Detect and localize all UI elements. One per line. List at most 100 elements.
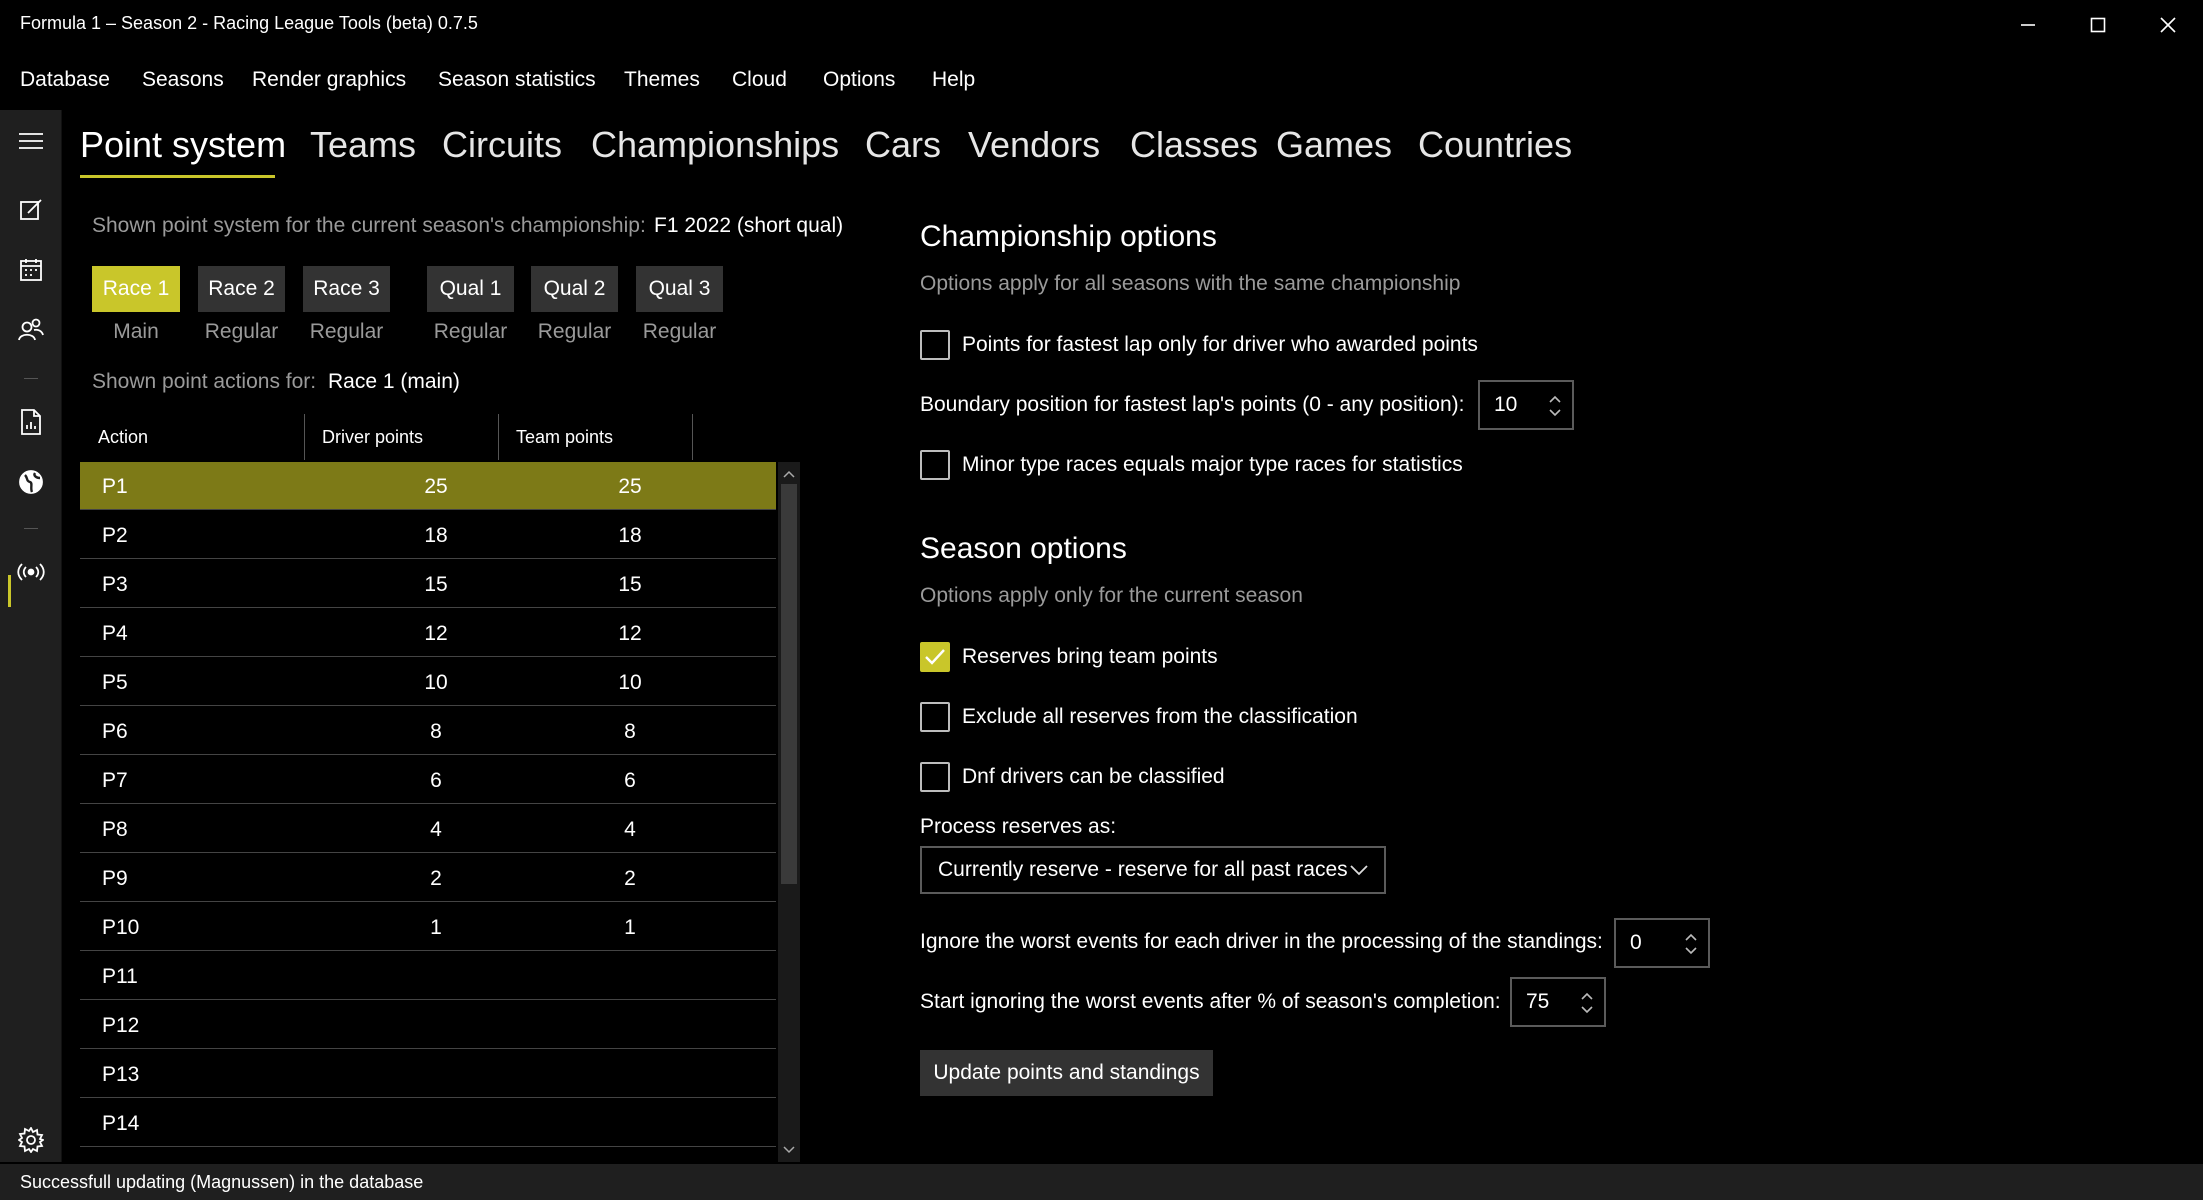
tab-classes[interactable]: Classes [1130,124,1258,166]
process-reserves-dropdown[interactable]: Currently reserve - reserve for all past… [920,846,1386,894]
tab-teams[interactable]: Teams [310,124,416,166]
boundary-position-spinner[interactable]: 10 [1478,380,1574,430]
cell-action[interactable]: P6 [102,720,128,744]
reserves-team-points-checkbox[interactable] [920,642,950,672]
minimize-button[interactable] [1993,0,2063,50]
cell-action[interactable]: P11 [102,965,138,989]
cell-action[interactable]: P12 [102,1014,139,1038]
cell-driver-points[interactable]: 2 [406,867,466,891]
ignore-worst-spinner[interactable]: 0 [1614,918,1710,968]
table-row[interactable]: P10 1 1 [80,903,776,951]
table-row[interactable]: P7 6 6 [80,756,776,804]
report-icon[interactable] [15,406,47,438]
table-row[interactable]: P3 15 15 [80,560,776,608]
cell-action[interactable]: P8 [102,818,128,842]
cell-action[interactable]: P3 [102,573,128,597]
tab-countries[interactable]: Countries [1418,124,1572,166]
tab-circuits[interactable]: Circuits [442,124,562,166]
cell-action[interactable]: P13 [102,1063,139,1087]
cell-action[interactable]: P10 [102,916,139,940]
cell-team-points[interactable]: 6 [600,769,660,793]
gear-icon[interactable] [15,1124,47,1156]
scrollbar-thumb[interactable] [781,484,797,884]
table-row[interactable]: P4 12 12 [80,609,776,657]
fastest-lap-only-checkbox[interactable] [920,330,950,360]
cell-driver-points[interactable]: 18 [406,524,466,548]
grid-scrollbar[interactable] [778,462,800,1162]
maximize-button[interactable] [2063,0,2133,50]
menu-help[interactable]: Help [932,68,975,92]
table-row[interactable]: P8 4 4 [80,805,776,853]
menu-options[interactable]: Options [823,68,895,92]
table-row[interactable]: P6 8 8 [80,707,776,755]
qual-3-button[interactable]: Qual 3 [636,266,723,312]
people-icon[interactable] [15,314,47,346]
menu-render-graphics[interactable]: Render graphics [252,68,406,92]
calendar-icon[interactable] [15,254,47,286]
cell-team-points[interactable]: 4 [600,818,660,842]
table-row[interactable]: P13 [80,1050,776,1098]
cell-team-points[interactable]: 2 [600,867,660,891]
table-row[interactable]: P5 10 10 [80,658,776,706]
cell-team-points[interactable]: 12 [600,622,660,646]
qual-2-button[interactable]: Qual 2 [531,266,618,312]
column-header-action[interactable]: Action [80,414,304,460]
cell-driver-points[interactable]: 15 [406,573,466,597]
cell-action[interactable]: P7 [102,769,128,793]
race-1-button[interactable]: Race 1 [92,266,180,312]
cell-driver-points[interactable]: 6 [406,769,466,793]
column-separator[interactable] [692,414,693,460]
cell-team-points[interactable]: 18 [600,524,660,548]
cell-action[interactable]: P14 [102,1112,139,1136]
menu-seasons[interactable]: Seasons [142,68,224,92]
minor-equals-major-checkbox[interactable] [920,450,950,480]
tab-point-system[interactable]: Point system [80,124,286,166]
cell-driver-points[interactable]: 4 [406,818,466,842]
cell-action[interactable]: P2 [102,524,128,548]
table-row[interactable]: P12 [80,1001,776,1049]
exclude-reserves-checkbox[interactable] [920,702,950,732]
start-ignoring-spinner[interactable]: 75 [1510,977,1606,1027]
table-row[interactable]: P9 2 2 [80,854,776,902]
menu-themes[interactable]: Themes [624,68,700,92]
cell-action[interactable]: P1 [102,475,128,499]
cell-team-points[interactable]: 1 [600,916,660,940]
scroll-up-icon[interactable] [783,468,795,480]
column-header-team-points[interactable]: Team points [498,414,692,460]
cell-driver-points[interactable]: 10 [406,671,466,695]
tab-games[interactable]: Games [1276,124,1392,166]
qual-1-button[interactable]: Qual 1 [427,266,514,312]
menu-database[interactable]: Database [20,68,110,92]
scroll-down-icon[interactable] [783,1144,795,1156]
cell-action[interactable]: P9 [102,867,128,891]
cell-driver-points[interactable]: 12 [406,622,466,646]
update-points-button[interactable]: Update points and standings [920,1050,1213,1096]
tab-championships[interactable]: Championships [591,124,839,166]
menu-icon[interactable] [15,125,47,157]
table-row[interactable]: P11 [80,952,776,1000]
dnf-classified-checkbox[interactable] [920,762,950,792]
broadcast-icon[interactable] [15,556,47,588]
cell-action[interactable]: P5 [102,671,128,695]
table-row[interactable]: P2 18 18 [80,511,776,559]
tab-vendors[interactable]: Vendors [968,124,1100,166]
race-2-button[interactable]: Race 2 [198,266,285,312]
cell-action[interactable]: P4 [102,622,128,646]
cell-team-points[interactable]: 25 [600,475,660,499]
column-header-driver-points[interactable]: Driver points [304,414,498,460]
tab-cars[interactable]: Cars [865,124,941,166]
race-3-button[interactable]: Race 3 [303,266,390,312]
edit-icon[interactable] [15,194,47,226]
close-button[interactable] [2133,0,2203,50]
cell-driver-points[interactable]: 25 [406,475,466,499]
menu-cloud[interactable]: Cloud [732,68,787,92]
menu-season-statistics[interactable]: Season statistics [438,68,596,92]
spinner-arrows-icon[interactable] [1548,394,1562,418]
cell-team-points[interactable]: 15 [600,573,660,597]
cell-driver-points[interactable]: 8 [406,720,466,744]
cell-team-points[interactable]: 10 [600,671,660,695]
spinner-arrows-icon[interactable] [1684,932,1698,956]
cell-team-points[interactable]: 8 [600,720,660,744]
table-row[interactable]: P1 25 25 [80,462,776,510]
spinner-arrows-icon[interactable] [1580,991,1594,1015]
